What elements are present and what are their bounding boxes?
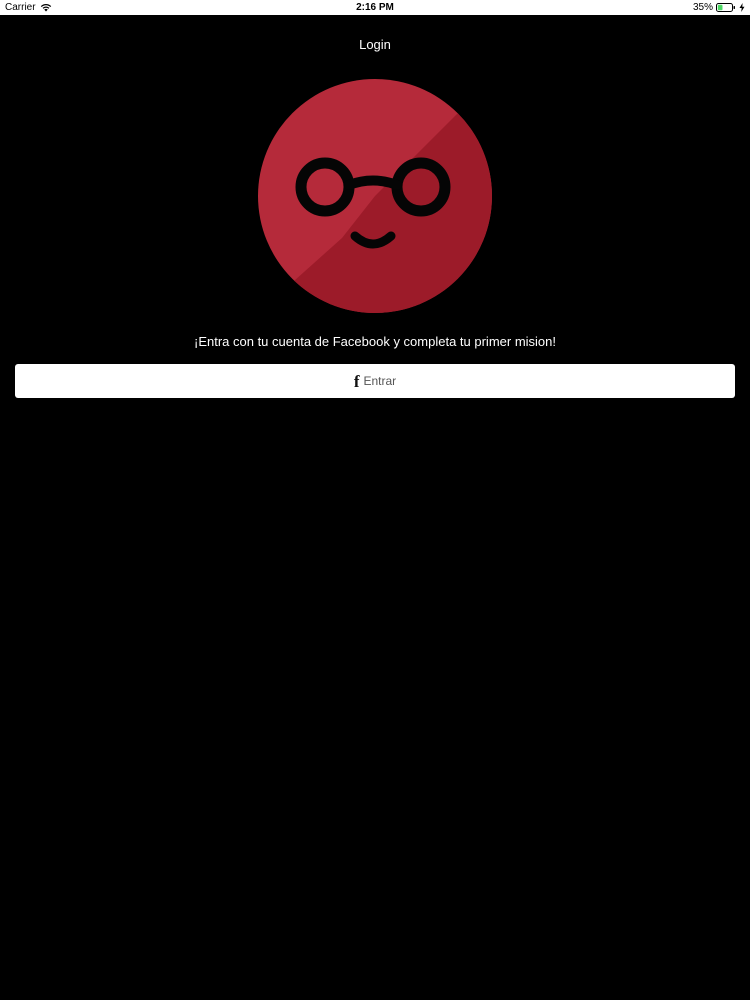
- battery-percent: 35%: [692, 2, 713, 13]
- battery-fill: [717, 4, 723, 11]
- status-right: 35%: [693, 0, 745, 15]
- status-time: 2:16 PM: [356, 2, 394, 13]
- nav-title: Login: [359, 37, 391, 52]
- login-screen: Carrier 2:16 PM 35% Login ¡Entra con tu …: [0, 0, 750, 1000]
- charging-icon: [739, 3, 745, 12]
- battery-icon: [716, 3, 736, 12]
- glasses-smiley-logo: [257, 78, 493, 314]
- login-button-label: Entrar: [363, 374, 397, 388]
- facebook-icon: f: [353, 371, 360, 391]
- facebook-login-button[interactable]: f Entrar: [15, 364, 735, 398]
- prompt-text: ¡Entra con tu cuenta de Facebook y compl…: [193, 334, 556, 349]
- status-bar: Carrier 2:16 PM 35%: [0, 0, 750, 15]
